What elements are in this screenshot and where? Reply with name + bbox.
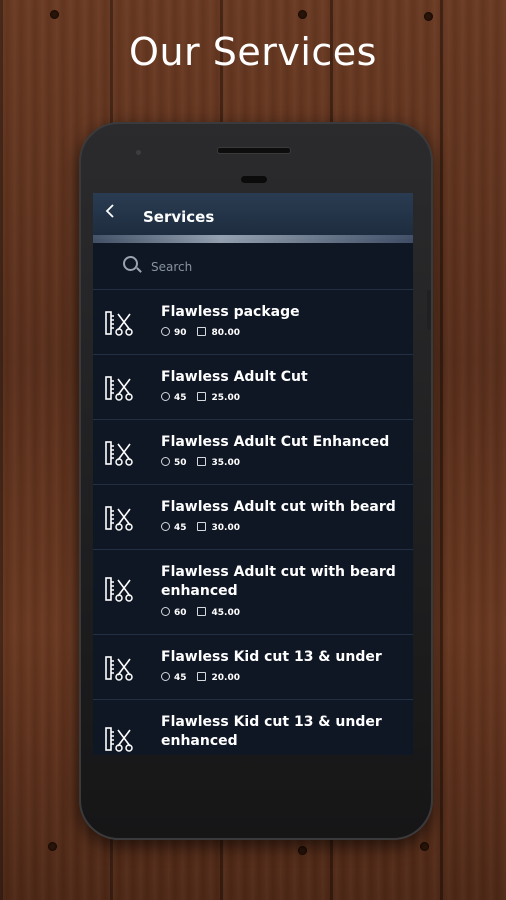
comb-scissors-icon (104, 438, 134, 468)
service-price: 25.00 (211, 393, 240, 403)
clock-icon (161, 672, 170, 681)
service-meta: 60 45.00 (161, 607, 240, 618)
wood-nail (50, 10, 59, 19)
comb-scissors-icon (104, 373, 134, 403)
list-item[interactable]: Flawless Adult cut with beard enhanced 6… (93, 549, 413, 634)
price-tag-icon (196, 457, 206, 466)
service-meta: 45 30.00 (161, 522, 240, 533)
service-meta: 90 80.00 (161, 327, 240, 338)
earpiece-speaker (217, 147, 291, 154)
wood-nail (298, 846, 307, 855)
search-input[interactable] (149, 256, 373, 278)
service-duration: 50 (174, 458, 187, 468)
service-duration: 45 (174, 673, 187, 683)
clock-icon (161, 327, 170, 336)
service-price: 30.00 (211, 523, 240, 533)
service-price: 35.00 (211, 458, 240, 468)
wood-nail (424, 12, 433, 21)
service-duration: 60 (174, 608, 187, 618)
back-button[interactable] (105, 203, 115, 224)
service-meta: 45 25.00 (161, 392, 240, 403)
service-name: Flawless package (161, 304, 300, 320)
proximity-sensor (241, 176, 267, 183)
service-name: Flawless Kid cut 13 & under enhanced (161, 714, 382, 749)
list-item[interactable]: Flawless package 90 80.00 (93, 289, 413, 354)
service-price: 20.00 (211, 673, 240, 683)
price-tag-icon (196, 672, 206, 681)
app-screen: Services Flawless package 90 80.00 Flawle… (93, 193, 413, 755)
comb-scissors-icon (104, 574, 134, 604)
list-item[interactable]: Flawless Kid cut 13 & under 45 20.00 (93, 634, 413, 699)
header-divider (93, 235, 413, 243)
search-icon (123, 256, 138, 271)
clock-icon (161, 522, 170, 531)
service-name: Flawless Adult Cut Enhanced (161, 434, 390, 450)
list-item[interactable]: Flawless Kid cut 13 & under enhanced (93, 699, 413, 755)
clock-icon (161, 392, 170, 401)
price-tag-icon (196, 607, 206, 616)
list-item[interactable]: Flawless Adult cut with beard 45 30.00 (93, 484, 413, 549)
phone-side-button (427, 290, 431, 330)
service-name: Flawless Adult cut with beard (161, 499, 396, 515)
comb-scissors-icon (104, 724, 134, 754)
clock-icon (161, 457, 170, 466)
wood-nail (48, 842, 57, 851)
price-tag-icon (196, 522, 206, 531)
chevron-left-icon (105, 204, 114, 218)
service-duration: 45 (174, 393, 187, 403)
list-item[interactable]: Flawless Adult Cut Enhanced 50 35.00 (93, 419, 413, 484)
comb-scissors-icon (104, 503, 134, 533)
promo-headline: Our Services (129, 30, 377, 74)
services-list: Flawless package 90 80.00 Flawless Adult … (93, 289, 413, 755)
page-title: Services (143, 208, 215, 226)
app-bar: Services (93, 193, 413, 239)
wood-nail (298, 10, 307, 19)
comb-scissors-icon (104, 308, 134, 338)
service-name: Flawless Kid cut 13 & under (161, 649, 382, 665)
search-bar[interactable] (93, 245, 413, 285)
service-name: Flawless Adult cut with beard enhanced (161, 564, 396, 599)
price-tag-icon (196, 327, 206, 336)
service-meta: 50 35.00 (161, 457, 240, 468)
wood-nail (420, 842, 429, 851)
comb-scissors-icon (104, 653, 134, 683)
front-camera (136, 150, 141, 155)
service-duration: 90 (174, 328, 187, 338)
list-item[interactable]: Flawless Adult Cut 45 25.00 (93, 354, 413, 419)
service-meta: 45 20.00 (161, 672, 240, 683)
service-duration: 45 (174, 523, 187, 533)
service-price: 45.00 (211, 608, 240, 618)
service-price: 80.00 (211, 328, 240, 338)
service-name: Flawless Adult Cut (161, 369, 308, 385)
price-tag-icon (196, 392, 206, 401)
clock-icon (161, 607, 170, 616)
